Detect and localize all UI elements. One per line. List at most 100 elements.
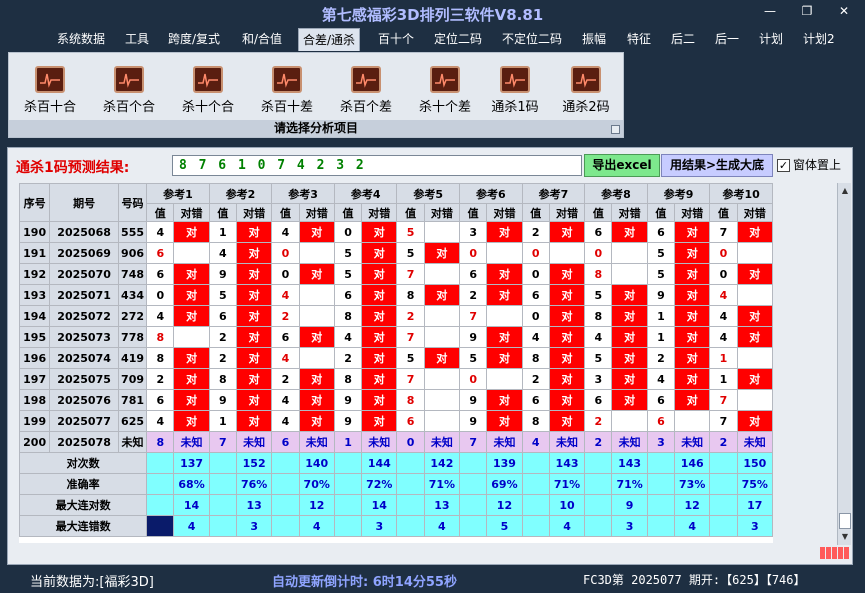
header-ref-group[interactable]: 参考7: [521, 183, 586, 204]
menu-bar: 系统数据 工具 跨度/复式 和/合值 合差/通杀 百十个 定位二码 不定位二码 …: [0, 28, 865, 51]
ribbon-kill-bai-ge-sum[interactable]: 杀百个合: [94, 66, 164, 115]
ribbon-kill-bai-shi-diff[interactable]: 杀百十差: [252, 66, 322, 115]
scroll-thumb[interactable]: [839, 513, 851, 529]
row-number: 709: [117, 368, 148, 390]
predict-row[interactable]: 200 2025078 未知 8 未知 7 未知 6 未知 1 未知 0 未知 7 未知 4 未知 2 未知 3 未知 2…: [19, 431, 773, 453]
table-row[interactable]: 190 2025068 555 4 对 1 对 4 对 0 对 5 3 对 2 对 6 对 6 对 7 对: [19, 221, 773, 243]
header-ref-group[interactable]: 参考9: [646, 183, 711, 204]
stats-pad-cell: [521, 494, 550, 516]
generate-base-button[interactable]: 用结果>生成大底: [661, 154, 773, 177]
header-ref-group[interactable]: 参考4: [333, 183, 398, 204]
export-excel-button[interactable]: 导出excel: [584, 154, 660, 177]
ribbon-kill-bai-ge-diff[interactable]: 杀百个差: [331, 66, 401, 115]
menu-tools[interactable]: 工具: [125, 30, 149, 47]
header-ref-group[interactable]: 参考5: [396, 183, 461, 204]
table-row[interactable]: 197 2025075 709 2 对 8 对 2 对 8 对 7 0 2 对 3 对 4 对 1 对: [19, 368, 773, 390]
ref-value-cell: 3: [459, 221, 488, 243]
header-number[interactable]: 号码: [117, 183, 148, 222]
menu-plan[interactable]: 计划: [759, 30, 783, 47]
ref-check-cell: 对: [361, 263, 398, 285]
ribbon-kill-shi-ge-sum[interactable]: 杀十个合: [173, 66, 243, 115]
menu-span[interactable]: 跨度/复式: [168, 30, 220, 47]
header-ref-group[interactable]: 参考2: [208, 183, 273, 204]
ribbon-kill-shi-ge-diff[interactable]: 杀十个差: [410, 66, 480, 115]
menu-system-data[interactable]: 系统数据: [57, 30, 105, 47]
menu-position-two[interactable]: 定位二码: [434, 30, 482, 47]
table-row[interactable]: 196 2025074 419 8 对 2 对 4 2 对 5 对 5 对 8 对 5 对 2 对 1: [19, 347, 773, 369]
header-check[interactable]: 对错: [235, 203, 273, 222]
header-value[interactable]: 值: [521, 203, 550, 222]
header-value[interactable]: 值: [208, 203, 237, 222]
ref-check-cell: 对: [674, 326, 711, 348]
header-check[interactable]: 对错: [173, 203, 210, 222]
header-check[interactable]: 对错: [548, 203, 586, 222]
table-row[interactable]: 193 2025071 434 0 对 5 对 4 6 对 8 对 2 对 6 对 5 对 9 对 4: [19, 284, 773, 306]
menu-back-two[interactable]: 后二: [671, 30, 695, 47]
stats-value-cell: 12: [298, 494, 335, 516]
scroll-down-icon[interactable]: ▼: [839, 531, 851, 543]
minimize-button[interactable]: —: [760, 4, 780, 18]
header-check[interactable]: 对错: [486, 203, 523, 222]
table-row[interactable]: 195 2025073 778 8 2 对 6 对 4 对 7 9 对 4 对 4 对 1 对 4 对: [19, 326, 773, 348]
ref-value-cell: 5: [584, 284, 613, 306]
ref-check-cell: 对: [298, 263, 335, 285]
vertical-scrollbar[interactable]: ▲ ▼: [837, 183, 851, 545]
maximize-button[interactable]: ❐: [797, 4, 817, 18]
menu-back-one[interactable]: 后一: [715, 30, 739, 47]
table-row[interactable]: 192 2025070 748 6 对 9 对 0 对 5 对 7 6 对 0 对 8 5 对 0 对: [19, 263, 773, 285]
stats-value-cell: 4: [173, 515, 210, 537]
header-ref-group[interactable]: 参考8: [584, 183, 648, 204]
stats-pad-cell: [521, 515, 550, 537]
stay-on-top-checkbox[interactable]: ✓ 窗体置上: [777, 156, 841, 173]
header-value[interactable]: 值: [459, 203, 488, 222]
scroll-up-icon[interactable]: ▲: [839, 185, 851, 197]
header-check[interactable]: 对错: [361, 203, 398, 222]
header-value[interactable]: 值: [146, 203, 175, 222]
header-ref-group[interactable]: 参考10: [709, 183, 773, 204]
header-value[interactable]: 值: [646, 203, 676, 222]
menu-plan2[interactable]: 计划2: [803, 30, 835, 47]
menu-feature[interactable]: 特征: [627, 30, 651, 47]
menu-kill[interactable]: 合差/通杀: [298, 28, 361, 51]
header-value[interactable]: 值: [396, 203, 425, 222]
ribbon-kill-two-code[interactable]: 通杀2码: [551, 66, 621, 115]
header-value[interactable]: 值: [333, 203, 363, 222]
checkbox-icon[interactable]: ✓: [777, 159, 790, 172]
stats-pad-cell: [584, 452, 613, 474]
stats-value-cell: 3: [361, 515, 398, 537]
table-row[interactable]: 198 2025076 781 6 对 9 对 4 对 9 对 8 9 对 6 对 6 对 6 对 7: [19, 389, 773, 411]
ribbon-kill-bai-shi-sum[interactable]: 杀百十合: [15, 66, 85, 115]
header-ref-group[interactable]: 参考6: [459, 183, 523, 204]
header-check[interactable]: 对错: [423, 203, 461, 222]
menu-hundreds[interactable]: 百十个: [378, 30, 414, 47]
ref-check-cell: [298, 305, 335, 327]
expand-icon[interactable]: [611, 125, 620, 134]
header-value[interactable]: 值: [271, 203, 300, 222]
header-period[interactable]: 期号: [49, 183, 119, 222]
table-row[interactable]: 191 2025069 906 6 4 对 0 5 对 5 对 0 0 0 5 对 0: [19, 242, 773, 264]
table-row[interactable]: 194 2025072 272 4 对 6 对 2 8 对 2 7 0 对 8 对 1 对 4 对: [19, 305, 773, 327]
header-seq[interactable]: 序号: [19, 183, 51, 222]
ref-value-cell: 4: [146, 410, 175, 432]
stats-label: 最大连对数: [19, 494, 148, 516]
table-row[interactable]: 199 2025077 625 4 对 1 对 4 对 9 对 6 9 对 8 对 2 6 7 对: [19, 410, 773, 432]
prediction-result-field[interactable]: 8 7 6 1 0 7 4 2 3 2: [172, 155, 582, 176]
ref-value-cell: 2: [521, 221, 550, 243]
chart-icon: [272, 66, 302, 93]
close-button[interactable]: ✕: [834, 4, 854, 18]
header-check[interactable]: 对错: [674, 203, 711, 222]
header-check[interactable]: 对错: [611, 203, 648, 222]
header-ref-group[interactable]: 参考1: [146, 183, 210, 204]
row-seq: 194: [19, 305, 51, 327]
ref-value-cell: 8: [584, 305, 613, 327]
menu-nonposition-two[interactable]: 不定位二码: [502, 30, 562, 47]
header-value[interactable]: 值: [709, 203, 738, 222]
predict-value-cell: 2: [584, 431, 613, 453]
menu-sum[interactable]: 和/合值: [242, 30, 282, 47]
header-ref-group[interactable]: 参考3: [271, 183, 335, 204]
header-check[interactable]: 对错: [298, 203, 335, 222]
ribbon-kill-one-code[interactable]: 通杀1码: [480, 66, 550, 115]
header-check[interactable]: 对错: [736, 203, 773, 222]
menu-amplitude[interactable]: 振幅: [582, 30, 606, 47]
header-value[interactable]: 值: [584, 203, 613, 222]
